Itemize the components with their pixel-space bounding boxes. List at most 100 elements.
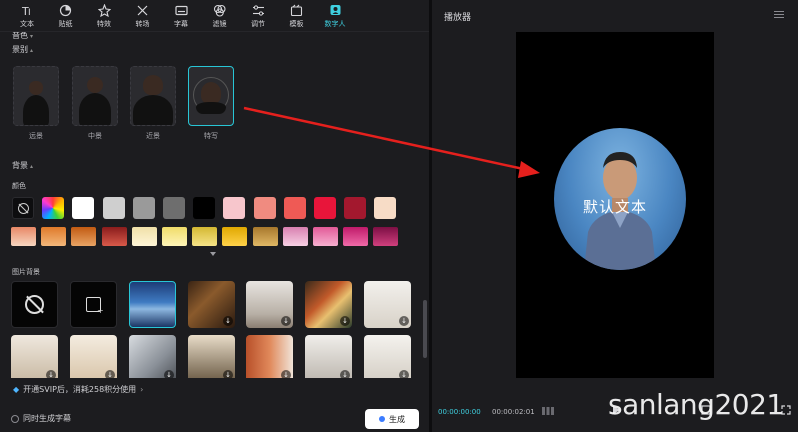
image-bg-upload[interactable]: +: [70, 281, 117, 328]
image-bg-office[interactable]: ↓: [129, 335, 176, 378]
digital-human-icon: [330, 4, 340, 15]
svg-text:I: I: [28, 8, 31, 17]
color-swatch[interactable]: [344, 197, 367, 219]
color-swatch[interactable]: [193, 197, 216, 219]
tab-filter[interactable]: 滤镜: [201, 0, 239, 32]
tab-adjust[interactable]: 调节: [239, 0, 277, 32]
image-bg-hall[interactable]: ↓: [305, 335, 352, 378]
download-icon[interactable]: ↓: [46, 370, 56, 378]
color-swatch[interactable]: [374, 197, 397, 219]
gradient-swatch[interactable]: [252, 227, 278, 246]
current-time: 00:00:00:00: [438, 408, 481, 416]
color-swatch[interactable]: [314, 197, 336, 219]
expand-colors-chevron-icon[interactable]: [210, 252, 216, 256]
text-icon: TI: [21, 5, 31, 17]
framing-section-title[interactable]: 景别 ▴: [12, 44, 33, 55]
color-swatch[interactable]: [72, 197, 95, 219]
tab-subtitle[interactable]: 字幕: [162, 0, 200, 32]
download-icon[interactable]: ↓: [340, 370, 350, 378]
gradient-swatch[interactable]: [131, 227, 157, 246]
panel-scrollbar[interactable]: [423, 300, 427, 358]
image-bg-room-warm[interactable]: ↓: [188, 281, 235, 328]
download-icon[interactable]: ↓: [164, 370, 174, 378]
download-icon[interactable]: ↓: [399, 370, 409, 378]
gradient-swatch[interactable]: [41, 227, 67, 246]
timeline-toggle-icon[interactable]: [542, 406, 554, 416]
tab-label: 模板: [289, 19, 304, 28]
image-bg-none[interactable]: [11, 281, 58, 328]
filter-icon: [213, 4, 226, 17]
color-swatch[interactable]: [283, 197, 306, 219]
download-icon[interactable]: ↓: [281, 316, 291, 326]
download-icon[interactable]: ↓: [223, 316, 233, 326]
framing-option-close[interactable]: [130, 66, 176, 126]
image-bg-sky[interactable]: [129, 281, 176, 328]
tab-template[interactable]: 模板: [278, 0, 316, 32]
gradient-swatch[interactable]: [101, 227, 127, 246]
tab-label: 字幕: [174, 19, 188, 28]
overlay-text[interactable]: 默认文本: [516, 196, 714, 217]
gradient-swatch[interactable]: [162, 227, 187, 246]
framing-label-close: 近景: [146, 132, 160, 140]
chevron-right-icon: ›: [140, 384, 144, 394]
tab-effects[interactable]: 特效: [85, 0, 123, 32]
tab-digital-human[interactable]: 数字人: [316, 0, 354, 32]
material-panel: T I 文本 贴纸 特效 转场 字幕 滤镜 调节 模板 数字人 音色 ▾ 景别 ▴ 远: [0, 0, 429, 432]
framing-option-medium[interactable]: [72, 66, 118, 126]
gradient-swatch[interactable]: [373, 227, 399, 246]
framing-label-medium: 中景: [88, 132, 102, 140]
color-swatch[interactable]: [132, 197, 155, 219]
color-picker-swatch[interactable]: [42, 197, 65, 219]
tab-label: 转场: [135, 19, 150, 28]
framing-option-far[interactable]: [13, 66, 59, 126]
image-bg-christmas[interactable]: ↓: [305, 281, 352, 328]
gradient-swatch[interactable]: [71, 227, 97, 246]
image-bg-subtitle: 图片背景: [12, 268, 40, 276]
tab-sticker[interactable]: 贴纸: [47, 0, 85, 32]
subtitle-icon: [174, 5, 188, 15]
image-bg-white-room[interactable]: ↓: [364, 281, 411, 328]
image-bg-bedroom[interactable]: ↓: [11, 335, 58, 378]
color-swatch[interactable]: [163, 197, 185, 219]
menu-icon[interactable]: [774, 11, 784, 20]
image-bg-lamp-room[interactable]: ↓: [70, 335, 117, 378]
gradient-swatch[interactable]: [282, 227, 308, 246]
color-swatch[interactable]: [253, 197, 276, 219]
tab-bar: T I 文本 贴纸 特效 转场 字幕 滤镜 调节 模板 数字人: [0, 0, 429, 32]
subtitle-checkbox[interactable]: [11, 415, 19, 423]
tab-label: 滤镜: [212, 19, 227, 28]
framing-option-closeup[interactable]: [188, 66, 234, 126]
download-icon[interactable]: ↓: [223, 370, 233, 378]
framing-label-far: 远景: [29, 132, 43, 140]
download-icon[interactable]: ↓: [399, 316, 409, 326]
download-icon[interactable]: ↓: [281, 370, 291, 378]
image-bg-arch[interactable]: ↓: [246, 281, 293, 328]
gradient-swatch[interactable]: [222, 227, 248, 246]
app-root: T I 文本 贴纸 特效 转场 字幕 滤镜 调节 模板 数字人 音色 ▾ 景别 ▴ 远: [0, 0, 798, 432]
svip-text: 开通SVIP后，消耗258积分使用: [23, 384, 137, 394]
voice-section-title[interactable]: 音色 ▾: [12, 32, 33, 41]
gradient-swatch[interactable]: [343, 227, 369, 246]
tab-label: 调节: [251, 19, 265, 28]
gradient-swatch[interactable]: [11, 227, 36, 246]
tab-label: 文本: [20, 19, 34, 28]
download-icon[interactable]: ↓: [340, 316, 350, 326]
player-panel: 播放器 默认文本 00:00:00:00 00:00:02:01: [432, 0, 798, 432]
color-swatch[interactable]: [102, 197, 125, 219]
image-bg-bright-room[interactable]: ↓: [364, 335, 411, 378]
image-bg-brick-arch[interactable]: ↓: [246, 335, 293, 378]
watermark: sanlang2021: [608, 388, 784, 421]
gradient-swatch[interactable]: [192, 227, 218, 246]
gradient-swatch[interactable]: [313, 227, 338, 246]
generate-button[interactable]: 生成: [365, 409, 419, 429]
image-bg-table[interactable]: ↓: [188, 335, 235, 378]
color-swatch[interactable]: [223, 197, 246, 219]
background-section-title[interactable]: 背景 ▴: [12, 160, 33, 171]
tab-text[interactable]: T I 文本: [8, 0, 46, 32]
total-time: 00:00:02:01: [492, 408, 535, 416]
svip-notice[interactable]: ◆ 开通SVIP后，消耗258积分使用 ›: [0, 378, 429, 400]
download-icon[interactable]: ↓: [105, 370, 115, 378]
tab-transition[interactable]: 转场: [124, 0, 162, 32]
tab-label: 数字人: [324, 19, 346, 28]
color-none-swatch[interactable]: [12, 197, 34, 219]
